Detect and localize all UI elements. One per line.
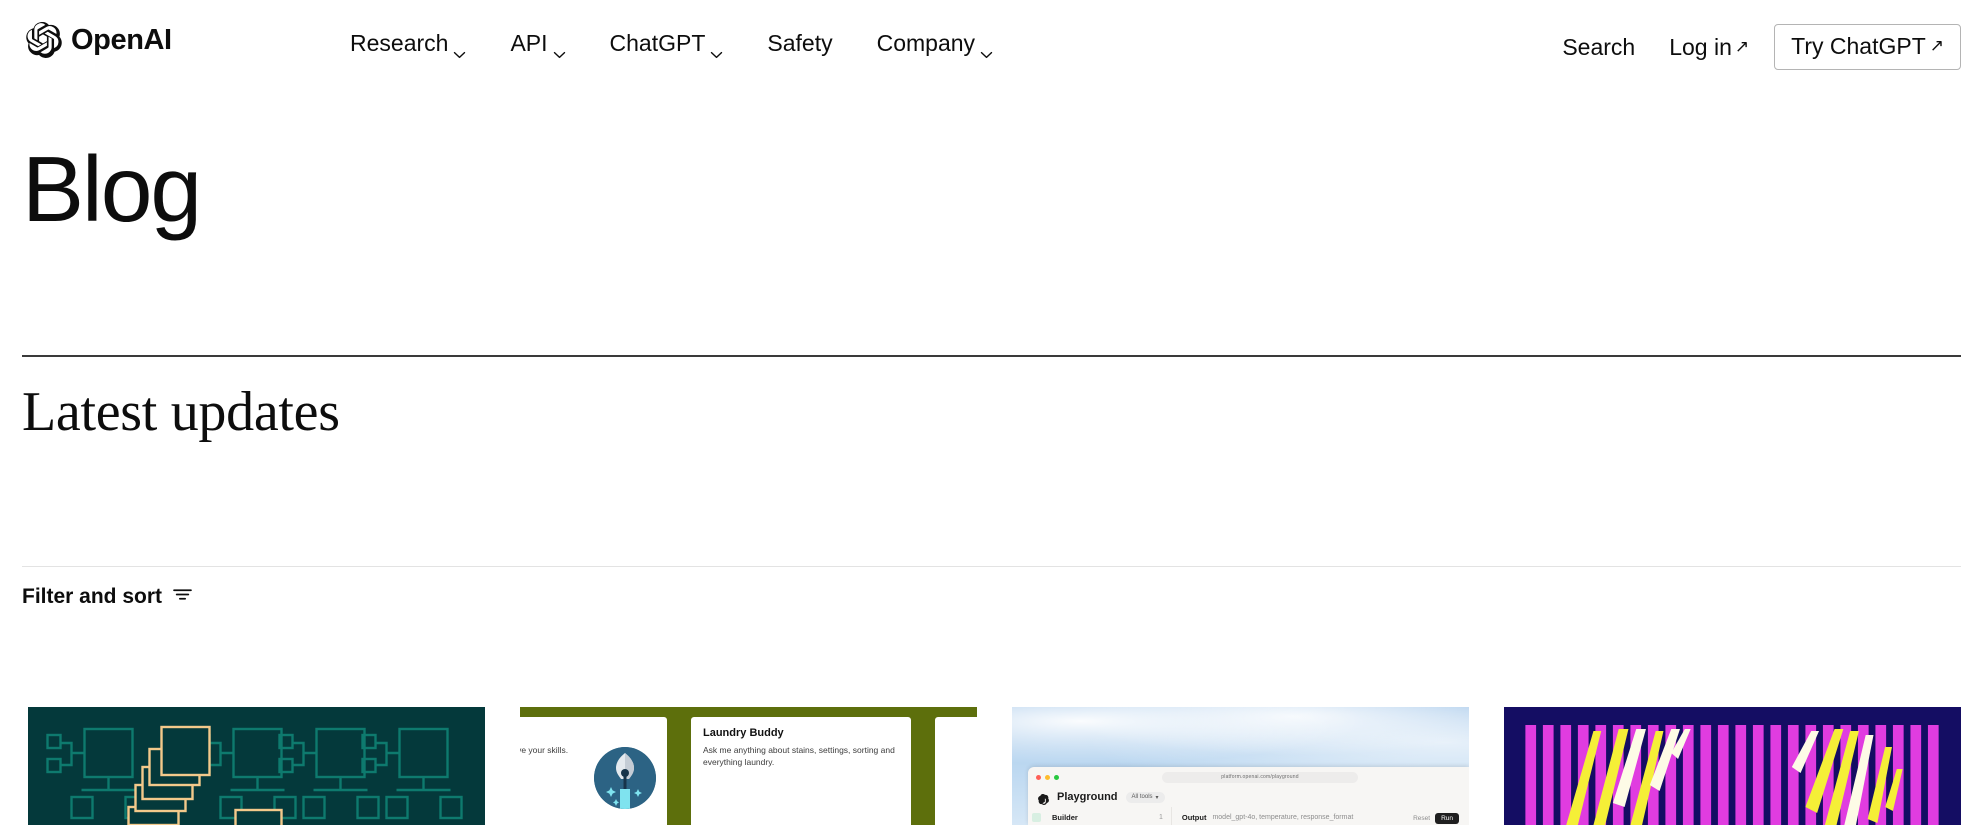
playground-actions: Reset Run: [1413, 813, 1459, 824]
chevron-down-icon: [453, 40, 466, 58]
chevron-down-icon: [553, 40, 566, 58]
search-button[interactable]: Search: [1545, 28, 1652, 67]
browser-window-mock: platform.openai.com/playground Playgroun…: [1028, 767, 1469, 825]
nav-item-chatgpt[interactable]: ChatGPT: [588, 28, 746, 59]
maximize-icon: [1054, 774, 1059, 780]
nav-item-api-label: API: [510, 30, 548, 56]
gpt-tile-title: ng Coach: [520, 727, 655, 740]
playground-title: Playground: [1057, 791, 1118, 803]
site-header: OpenAI Research API ChatGPT Safety Compa…: [0, 0, 1983, 82]
nav-item-safety-label: Safety: [767, 30, 833, 56]
output-label: Output: [1181, 813, 1207, 822]
nav-item-chatgpt-label: ChatGPT: [609, 30, 706, 56]
gpt-tile-title: Laundry Buddy: [703, 727, 784, 739]
gpt-tile-description: Ask me anything about stains, settings, …: [703, 745, 895, 767]
playground-header: Playground All tools ▾: [1028, 787, 1469, 807]
chevron-down-icon: [710, 40, 723, 58]
post-card[interactable]: ng Coach your work and give mprove your …: [520, 707, 977, 825]
grid-icon[interactable]: [1031, 813, 1041, 822]
openai-logo-icon: [1038, 792, 1049, 805]
filter-and-sort-label: Filter and sort: [22, 585, 163, 608]
minimize-icon: [1045, 774, 1050, 780]
post-thumbnail-stripes: [1504, 707, 1961, 825]
arrow-up-right-icon: ↗: [1929, 36, 1944, 55]
tile-gap: [667, 717, 691, 825]
fountain-pen-icon: [594, 747, 656, 809]
browser-chrome-bar: platform.openai.com/playground: [1028, 767, 1469, 787]
gpt-tile: [935, 717, 977, 825]
login-link[interactable]: Log in ↗: [1652, 28, 1766, 67]
try-chatgpt-button[interactable]: Try ChatGPT ↗: [1774, 24, 1961, 70]
nav-item-company[interactable]: Company: [855, 28, 1015, 59]
nav-item-company-label: Company: [876, 30, 976, 56]
header-actions: Search Log in ↗ Try ChatGPT ↗: [1545, 24, 1961, 70]
search-label: Search: [1562, 33, 1636, 60]
reset-button[interactable]: Reset: [1413, 815, 1430, 822]
playground-sidebar: [1028, 807, 1044, 825]
output-text: model_gpt-4o, temperature, response_form…: [1212, 814, 1354, 821]
nav-item-safety[interactable]: Safety: [745, 28, 854, 59]
post-card[interactable]: [1504, 707, 1961, 825]
post-card[interactable]: platform.openai.com/playground Playgroun…: [1012, 707, 1469, 825]
blog-page: OpenAI Research API ChatGPT Safety Compa…: [0, 0, 1983, 825]
playground-output-panel: Output model_gpt-4o, temperature, respon…: [1172, 807, 1469, 825]
chevron-down-icon: ▾: [1155, 794, 1159, 801]
address-bar[interactable]: platform.openai.com/playground: [1162, 771, 1358, 783]
openai-logo-icon: [26, 22, 62, 58]
tile-gap: [911, 717, 935, 825]
section-title-latest-updates: Latest updates: [22, 381, 340, 443]
page-title: Blog: [22, 137, 202, 241]
divider-light: [22, 566, 1961, 567]
playground-model-chip[interactable]: All tools ▾: [1125, 791, 1165, 803]
brand-name: OpenAI: [71, 23, 172, 56]
playground-builder-panel: Builder 1: [1044, 807, 1172, 825]
close-icon: [1036, 774, 1041, 780]
main-navigation: Research API ChatGPT Safety Company: [350, 28, 1015, 59]
post-card[interactable]: [28, 707, 485, 825]
post-thumbnail-gpt-store: ng Coach your work and give mprove your …: [520, 707, 977, 825]
filter-sort-icon: [173, 588, 192, 606]
playground-model-chip-label: All tools: [1131, 794, 1153, 800]
builder-count: 1: [1158, 814, 1163, 821]
playground-body: Builder 1 Output model_gpt-4o, temperatu…: [1028, 807, 1469, 825]
openai-logo-link[interactable]: OpenAI: [26, 22, 172, 58]
chevron-down-icon: [980, 40, 993, 58]
post-thumbnail-dendrogram: [28, 707, 485, 825]
login-label: Log in: [1669, 33, 1732, 60]
nav-item-api[interactable]: API: [488, 28, 587, 59]
nav-item-research[interactable]: Research: [350, 28, 488, 59]
post-card-grid: ng Coach your work and give mprove your …: [28, 707, 1961, 825]
divider-strong: [22, 355, 1961, 357]
nav-item-research-label: Research: [350, 30, 449, 56]
gpt-tile: Laundry Buddy Ask me anything about stai…: [691, 717, 911, 825]
arrow-up-right-icon: ↗: [1734, 36, 1750, 56]
window-controls: [1036, 774, 1059, 780]
try-chatgpt-label: Try ChatGPT: [1791, 33, 1926, 59]
run-button[interactable]: Run: [1435, 813, 1459, 824]
post-thumbnail-playground: platform.openai.com/playground Playgroun…: [1012, 707, 1469, 825]
filter-and-sort-button[interactable]: Filter and sort: [22, 586, 192, 607]
builder-label: Builder: [1052, 813, 1078, 822]
